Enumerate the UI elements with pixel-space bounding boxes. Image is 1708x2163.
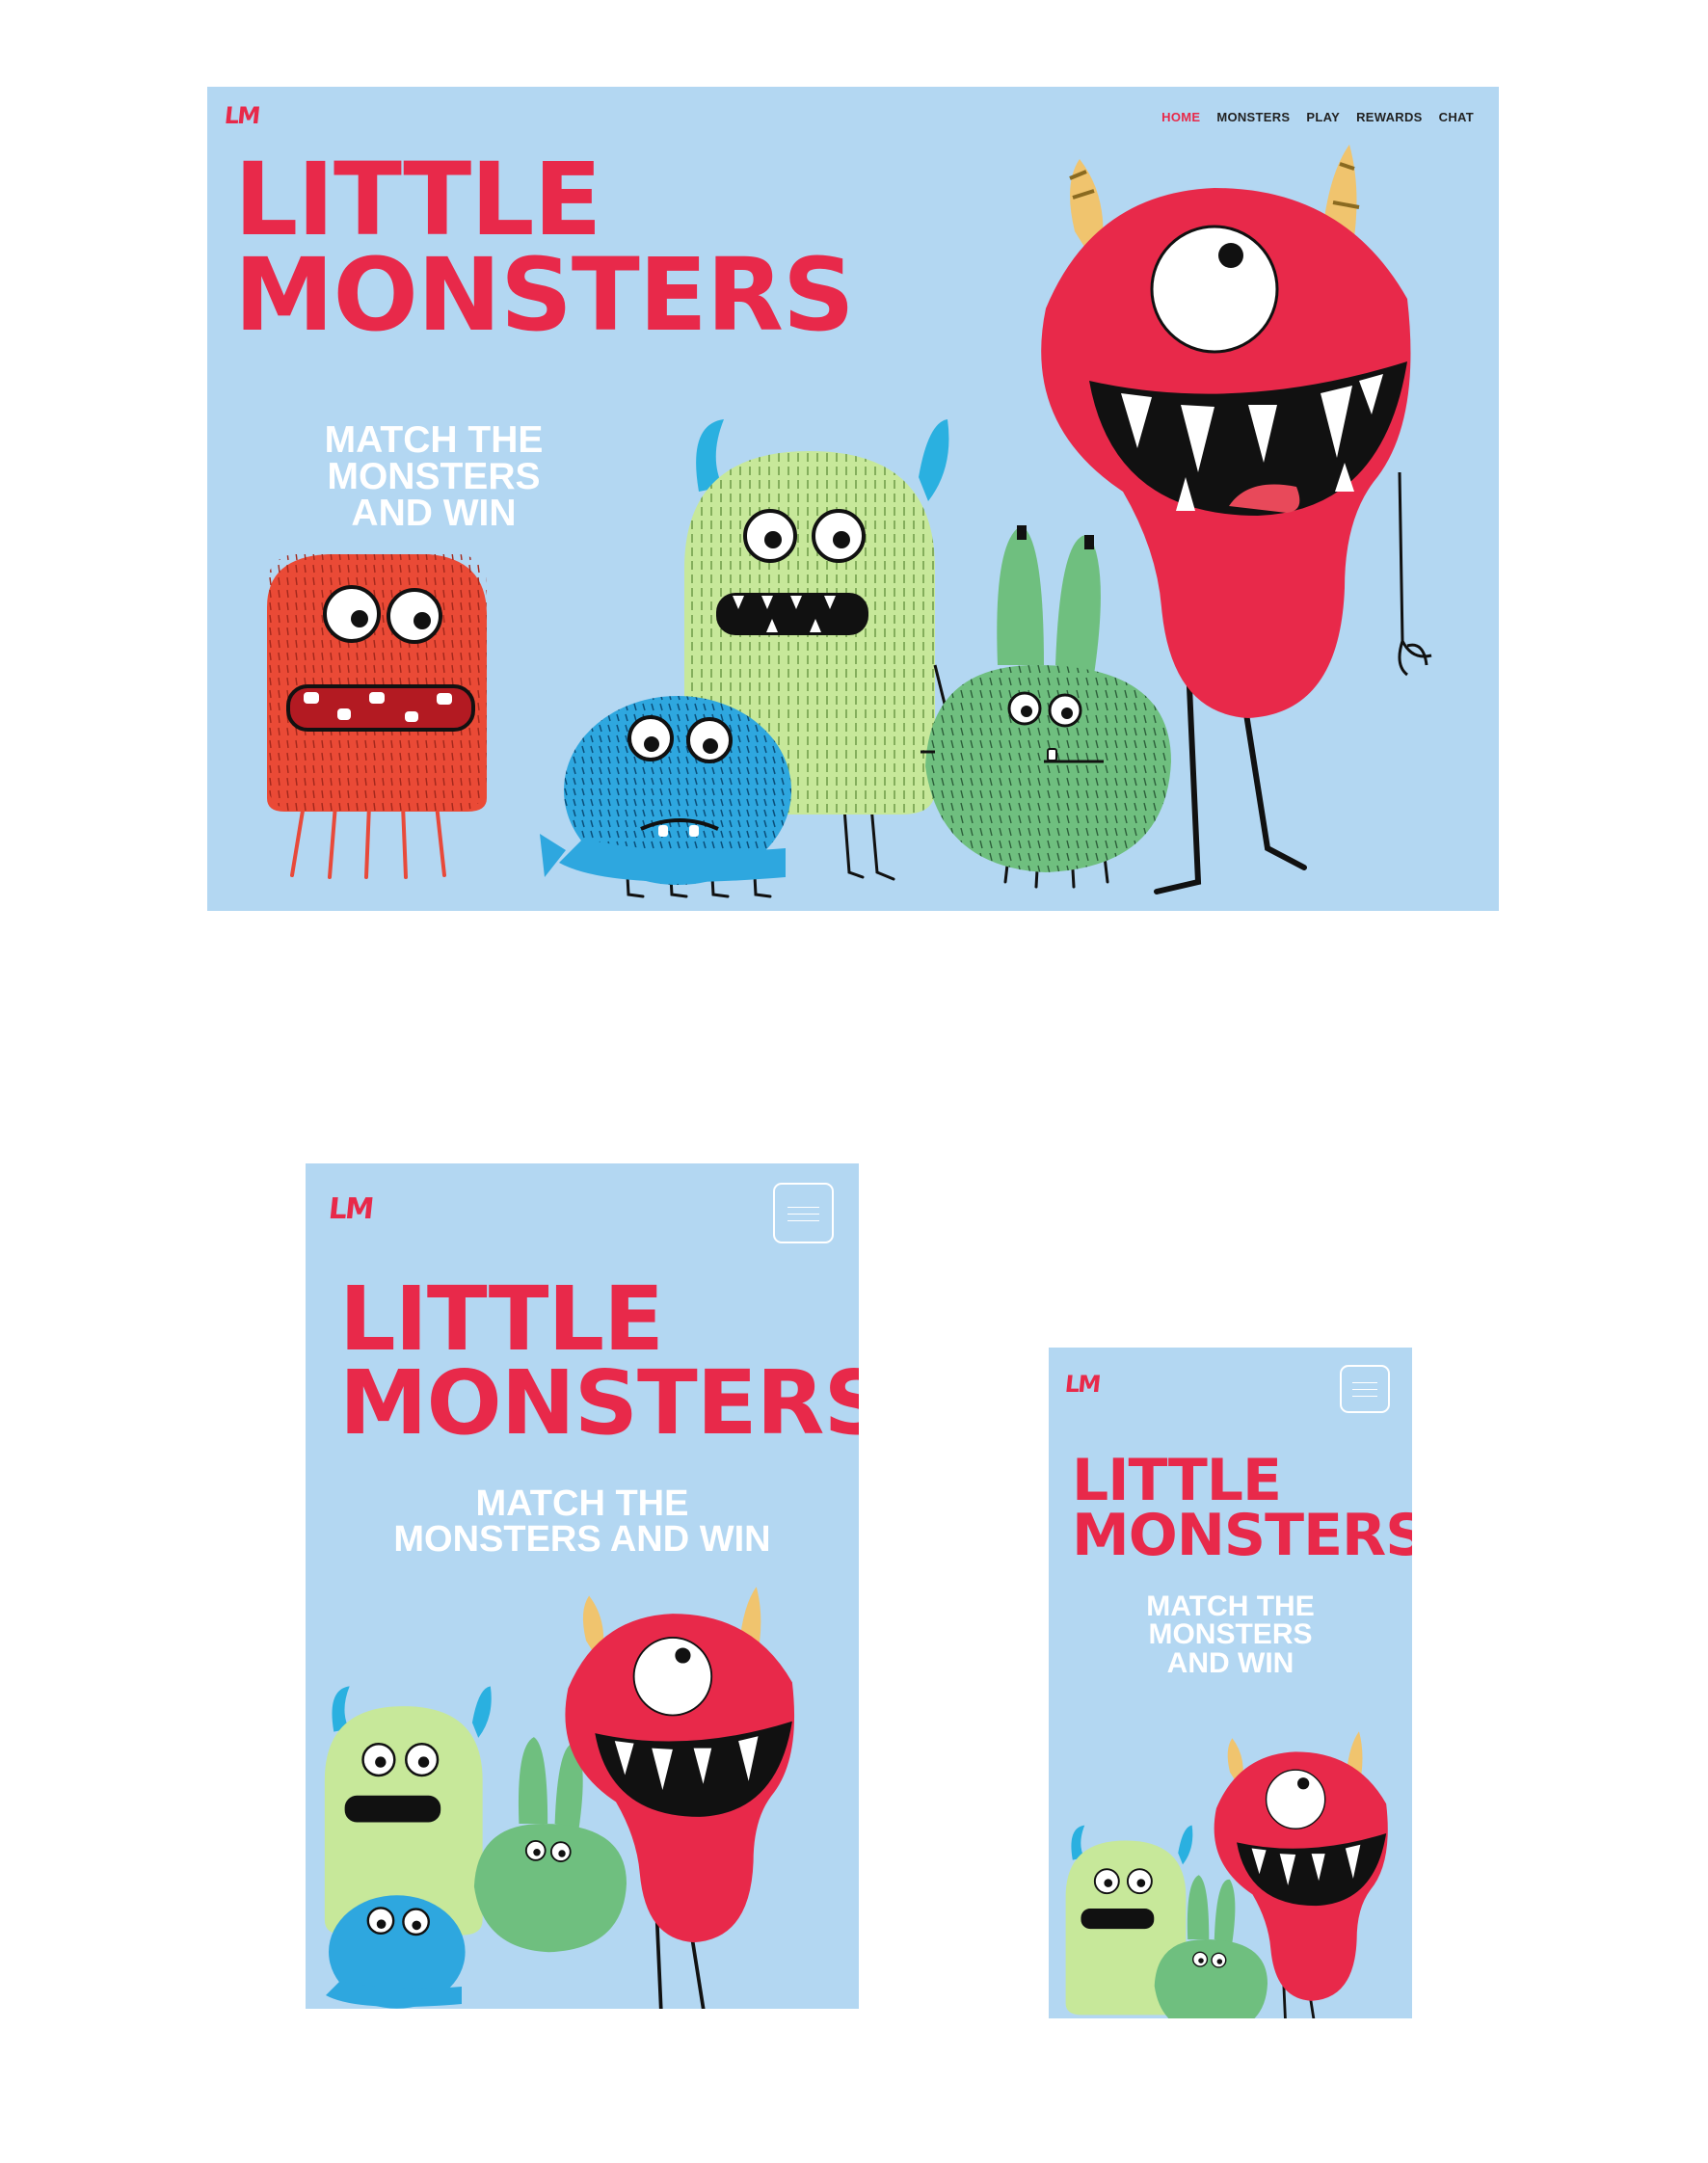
mobile-view: LM Little Monsters MATCH THE MONSTERS AN…: [1049, 1348, 1412, 2018]
monsters-illustration: [267, 145, 1432, 898]
red-cyclops-monster: [565, 1587, 795, 2009]
monsters-illustration: [324, 1587, 795, 2009]
blue-fuzzy-monster: [540, 696, 791, 898]
monsters-illustration: [1065, 1731, 1388, 2018]
green-bunny-monster: [921, 525, 1171, 889]
tablet-view: LM Little Monsters MATCH THE MONSTERS AN…: [306, 1163, 859, 2009]
desktop-view: LM HOME MONSTERS PLAY REWARDS CHAT Littl…: [207, 87, 1499, 911]
red-square-monster: [267, 554, 487, 879]
